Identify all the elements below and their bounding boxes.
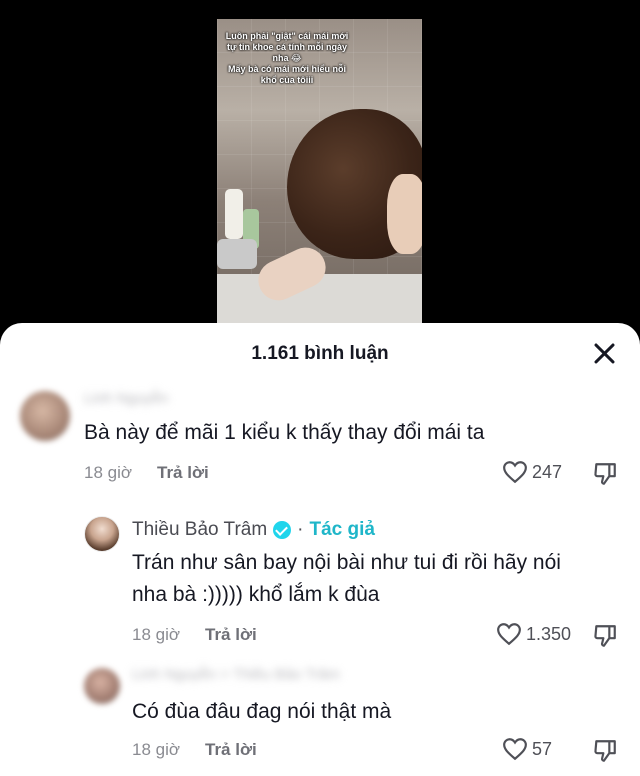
video-area[interactable]: Luôn phải "giật" cái mái mới tự tin khoe… xyxy=(0,0,640,340)
caption-line: tự tin khoe cá tính mỗi ngày xyxy=(226,42,348,52)
close-icon[interactable] xyxy=(592,341,616,365)
comment-time: 18 giờ xyxy=(84,463,133,482)
reply-button[interactable]: Trả lời xyxy=(157,463,209,483)
caption-line: Mấy bà có mái mới hiểu nỗi xyxy=(228,64,346,74)
comment-time: 18 giờ xyxy=(132,625,181,644)
like-count: 57 xyxy=(532,738,553,759)
author-badge: Tác giả xyxy=(309,519,375,540)
verified-icon xyxy=(273,521,292,539)
video-thumbnail[interactable]: Luôn phải "giật" cái mái mới tự tin khoe… xyxy=(217,19,422,324)
faucet xyxy=(217,239,257,269)
dislike-icon[interactable] xyxy=(592,738,618,764)
comments-sheet: 1.161 bình luận Linh Nguyễn Bà này để mã… xyxy=(0,323,640,776)
comment-time: 18 giờ xyxy=(132,740,181,759)
heart-icon xyxy=(503,461,527,484)
comment-username[interactable]: Linh Nguyễn xyxy=(84,390,168,407)
avatar[interactable] xyxy=(84,516,120,552)
reply-button[interactable]: Trả lời xyxy=(205,740,257,760)
comment-username[interactable]: Thiều Bảo Trâm xyxy=(132,519,267,541)
like-count: 247 xyxy=(532,461,563,482)
reply-button[interactable]: Trả lời xyxy=(205,625,257,645)
dislike-icon[interactable] xyxy=(592,461,618,487)
like-button[interactable]: 247 xyxy=(502,460,562,484)
dislike-icon[interactable] xyxy=(592,623,618,649)
like-count: 1.350 xyxy=(526,623,572,644)
comment-text: Có đùa đâu đag nói thật mà xyxy=(132,700,392,723)
comment-item: Linh Nguyễn Bà này để mãi 1 kiểu k thấy … xyxy=(0,385,640,495)
author-name-row: Thiều Bảo Trâm · Tác giả xyxy=(132,519,375,541)
person-face xyxy=(387,174,422,254)
comment-text: Bà này để mãi 1 kiểu k thấy thay đổi mái… xyxy=(84,421,485,444)
caption-line: khổ của tôiii xyxy=(260,75,314,85)
separator: · xyxy=(297,519,304,540)
comment-text-line: Trán như sân bay nội bài như tui đi rồi … xyxy=(132,551,561,574)
reply-item: Thiều Bảo Trâm · Tác giả Trán như sân ba… xyxy=(0,513,640,653)
video-caption: Luôn phải "giật" cái mái mới tự tin khoe… xyxy=(217,31,357,86)
avatar[interactable] xyxy=(20,391,70,441)
bottle xyxy=(225,189,243,239)
heart-icon xyxy=(497,623,521,646)
comments-header: 1.161 bình luận xyxy=(0,323,640,385)
comment-text-line: nha bà :))))) khổ lắm k đùa xyxy=(132,583,380,606)
comment-username[interactable]: Linh Nguyễn > Thiều Bảo Trâm xyxy=(132,666,340,683)
reply-item: Linh Nguyễn > Thiều Bảo Trâm Có đùa đâu … xyxy=(0,658,640,776)
like-button[interactable]: 57 xyxy=(502,737,552,761)
like-button[interactable]: 1.350 xyxy=(496,622,571,646)
caption-line: nha 😂 xyxy=(272,53,302,63)
avatar[interactable] xyxy=(84,668,120,704)
caption-line: Luôn phải "giật" cái mái mới xyxy=(225,31,349,41)
heart-icon xyxy=(503,738,527,761)
comment-count: 1.161 bình luận xyxy=(251,343,389,364)
